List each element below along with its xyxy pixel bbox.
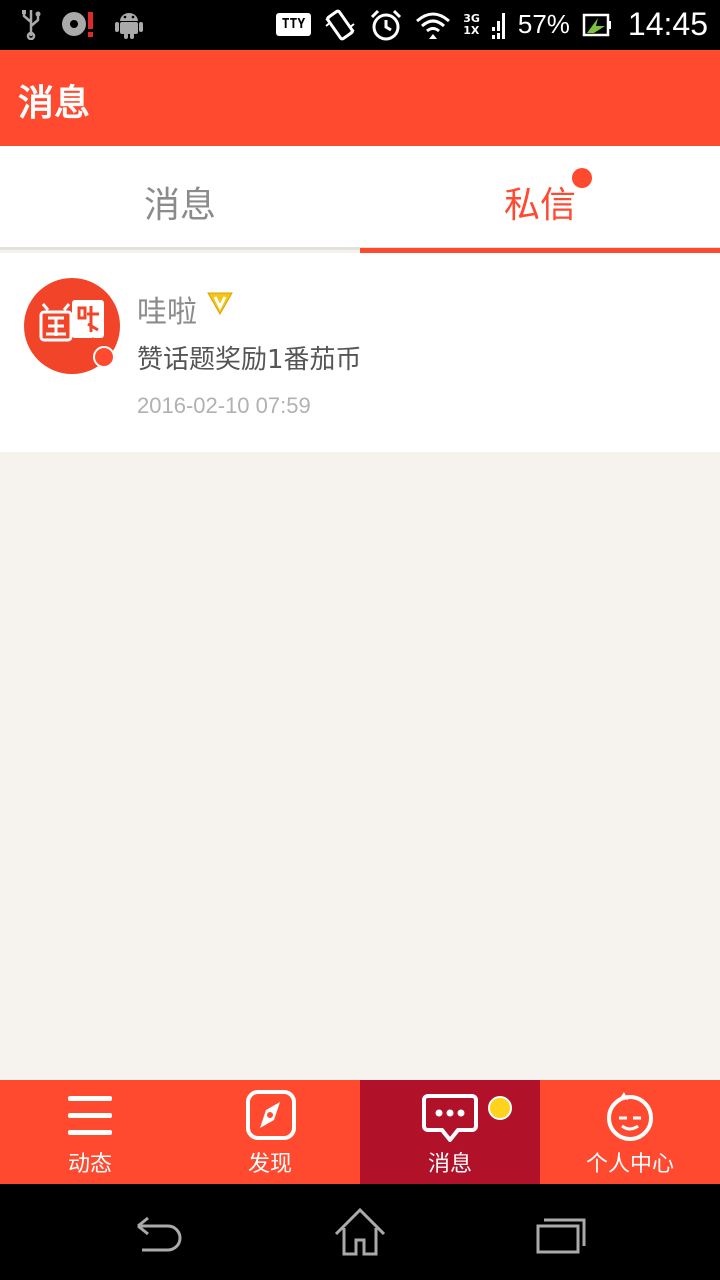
- bottom-nav: 动态 发现 消息 个人中心: [0, 1080, 720, 1184]
- message-preview: 赞话题奖励1番茄币: [137, 345, 362, 375]
- unread-dot: [572, 168, 592, 188]
- verified-v-icon: [207, 292, 233, 315]
- alarm-icon: [371, 9, 402, 40]
- battery-percent: 57%: [517, 9, 570, 39]
- nav-item-messages[interactable]: 消息: [360, 1080, 540, 1184]
- compass-icon: [246, 1090, 296, 1140]
- nav-label: 个人中心: [585, 1152, 674, 1177]
- tab-label: 消息: [143, 185, 216, 226]
- tab-private-messages[interactable]: 私信: [360, 146, 720, 253]
- recent-apps-icon[interactable]: [532, 1206, 592, 1260]
- tab-bar: 消息 私信: [0, 146, 720, 253]
- disk-alert-icon: [62, 12, 93, 37]
- notification-dot: [488, 1096, 512, 1120]
- usb-icon: [22, 10, 41, 40]
- message-time: 2016-02-10 07:59: [137, 393, 311, 418]
- battery-icon: [582, 13, 611, 36]
- nav-item-profile[interactable]: 个人中心: [540, 1080, 720, 1184]
- vibrate-icon: [325, 9, 355, 40]
- tab-label: 私信: [503, 185, 576, 226]
- nav-label: 动态: [67, 1152, 112, 1177]
- nav-label: 消息: [427, 1152, 472, 1177]
- android-icon: [115, 13, 143, 39]
- unread-badge: [93, 346, 115, 368]
- nav-item-feed[interactable]: 动态: [0, 1080, 180, 1184]
- sender-name: 哇啦: [137, 295, 197, 330]
- system-nav-bar: [0, 1184, 720, 1280]
- chat-icon: [422, 1094, 478, 1142]
- wifi-icon: [416, 12, 451, 39]
- network-indicator: 3G 1X: [463, 11, 480, 37]
- home-icon[interactable]: [330, 1206, 390, 1260]
- clock: 14:45: [627, 6, 708, 42]
- back-icon[interactable]: [130, 1206, 190, 1260]
- message-list-item[interactable]: 哇啦 赞话题奖励1番茄币 2016-02-10 07:59: [0, 253, 720, 452]
- signal-icon: [491, 12, 505, 39]
- page-title: 消息: [18, 83, 91, 124]
- status-bar: TTY 3G 1X 57% 14:45: [0, 0, 720, 50]
- nav-item-discover[interactable]: 发现: [180, 1080, 360, 1184]
- tab-messages[interactable]: 消息: [0, 146, 360, 250]
- tty-indicator: TTY: [275, 13, 312, 36]
- nav-label: 发现: [247, 1152, 292, 1177]
- face-icon: [607, 1092, 653, 1141]
- menu-icon: [68, 1096, 112, 1135]
- app-header: 消息: [0, 50, 720, 146]
